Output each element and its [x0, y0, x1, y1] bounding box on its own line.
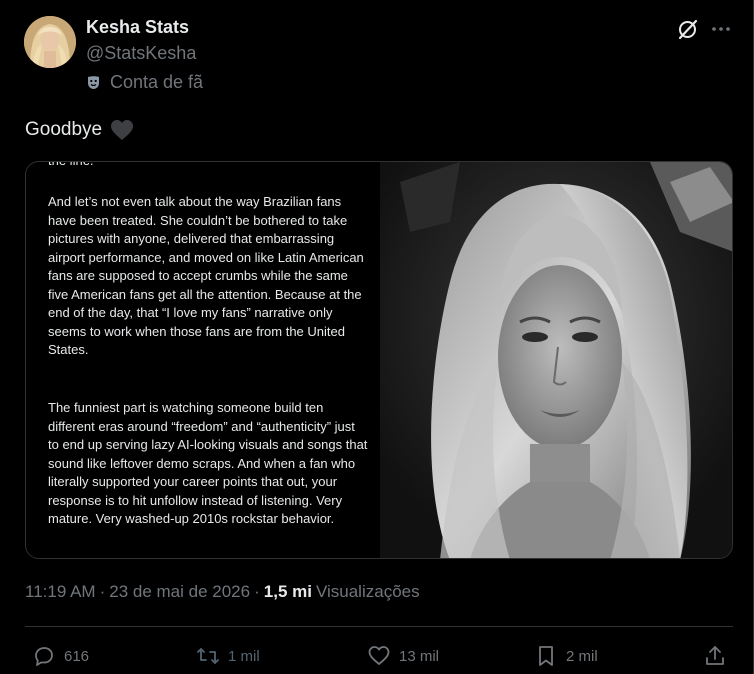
reply-count: 616: [64, 647, 90, 665]
reply-button[interactable]: 616: [32, 644, 89, 668]
divider: [25, 626, 733, 627]
portrait-photo: [380, 162, 732, 558]
repost-icon: [197, 648, 219, 664]
more-icon[interactable]: [709, 17, 733, 41]
tweet-time[interactable]: 11:19 AM: [25, 582, 96, 602]
black-heart-icon: [111, 120, 134, 140]
screenshot-paragraph-1: And let’s not even talk about the way Br…: [48, 194, 364, 357]
like-button[interactable]: 13 mil: [367, 644, 439, 668]
fan-account-label: Conta de fã: [110, 72, 204, 92]
views-count: 1,5 mi: [263, 582, 312, 601]
repost-button[interactable]: 1 mil: [196, 644, 260, 668]
share-icon: [706, 646, 724, 665]
post: Kesha Stats @StatsKesha Conta de fã Good…: [0, 0, 754, 674]
avatar[interactable]: [24, 16, 76, 68]
bookmark-button[interactable]: 2 mil: [534, 644, 598, 668]
author-name[interactable]: Kesha Stats: [86, 17, 189, 38]
reply-icon: [35, 647, 53, 666]
tweet-date[interactable]: 23 de mai de 2026: [109, 582, 250, 602]
bookmark-icon: [539, 646, 553, 666]
fan-account-badge: Conta de fã: [86, 72, 203, 93]
theater-masks-icon: [88, 75, 99, 89]
screenshot-text-panel: the line. And let’s not even talk about …: [26, 162, 380, 558]
cut-off-text: the line.: [48, 162, 368, 170]
meta-separator: ·: [254, 582, 260, 601]
tweet-text: Goodbye: [25, 119, 134, 141]
meta-separator: ·: [99, 582, 106, 601]
bookmark-count: 2 mil: [566, 647, 598, 665]
share-button[interactable]: [703, 644, 727, 668]
media-image[interactable]: the line. And let’s not even talk about …: [25, 161, 733, 559]
tweet-body: Goodbye: [25, 119, 103, 140]
grok-icon[interactable]: [676, 17, 700, 41]
like-count: 13 mil: [399, 647, 440, 665]
repost-count: 1 mil: [228, 647, 260, 665]
heart-icon: [368, 646, 390, 665]
views-label: Visualizações: [315, 582, 420, 601]
author-handle[interactable]: @StatsKesha: [86, 43, 196, 64]
screenshot-paragraph-2: The funniest part is watching someone bu…: [48, 400, 368, 526]
tweet-meta: 11:19 AM · 23 de mai de 2026 · 1,5 mi Vi…: [25, 582, 420, 602]
